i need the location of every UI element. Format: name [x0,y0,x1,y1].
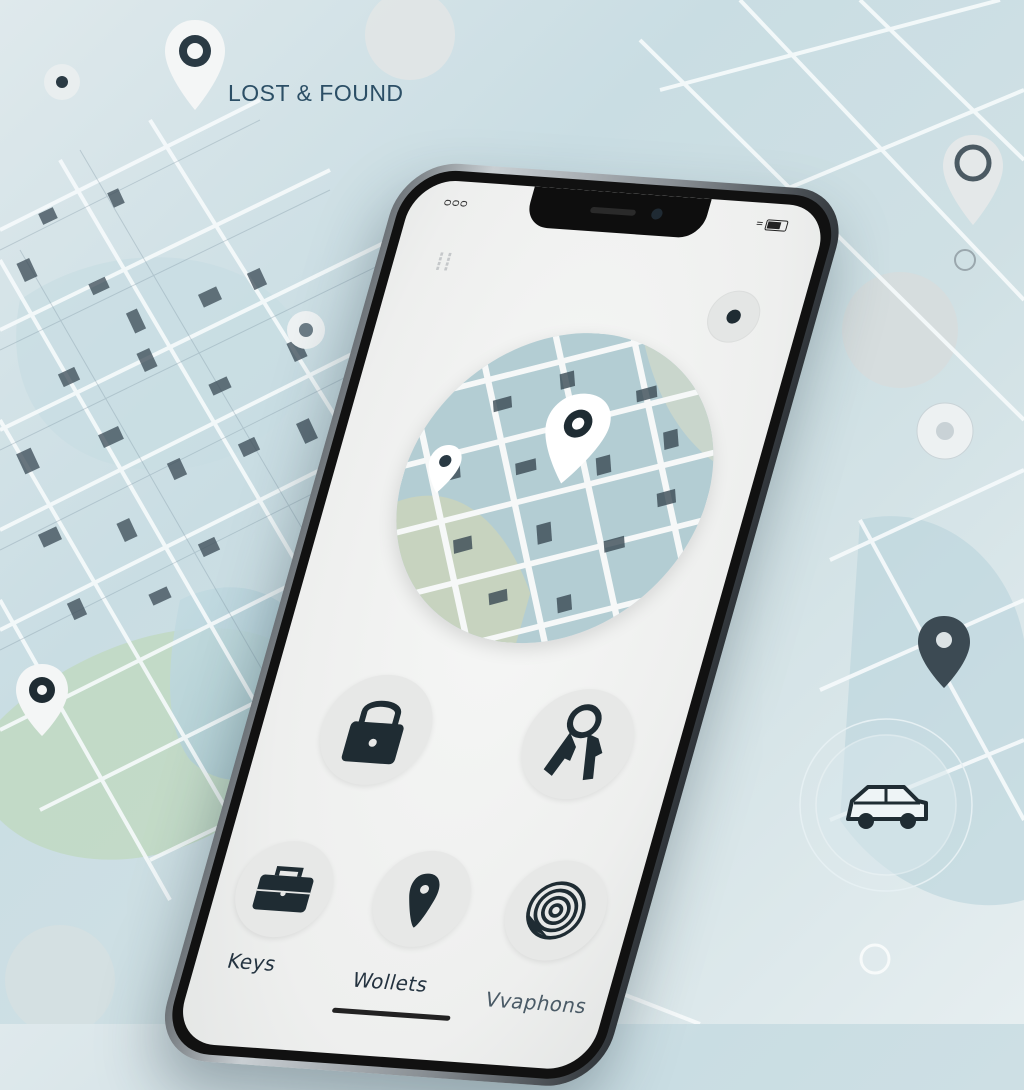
location-pin-icon [44,64,80,100]
app-title: LOST & FOUND [228,80,404,106]
ring-icon [954,249,976,271]
location-pin-icon [943,135,1003,225]
location-pin-icon [165,20,225,110]
location-dot-icon [916,402,974,460]
location-pin-icon [918,616,970,688]
location-pin-icon [16,664,68,736]
ring-icon [859,943,891,975]
car-icon [799,718,973,892]
location-dot-icon [287,311,325,349]
